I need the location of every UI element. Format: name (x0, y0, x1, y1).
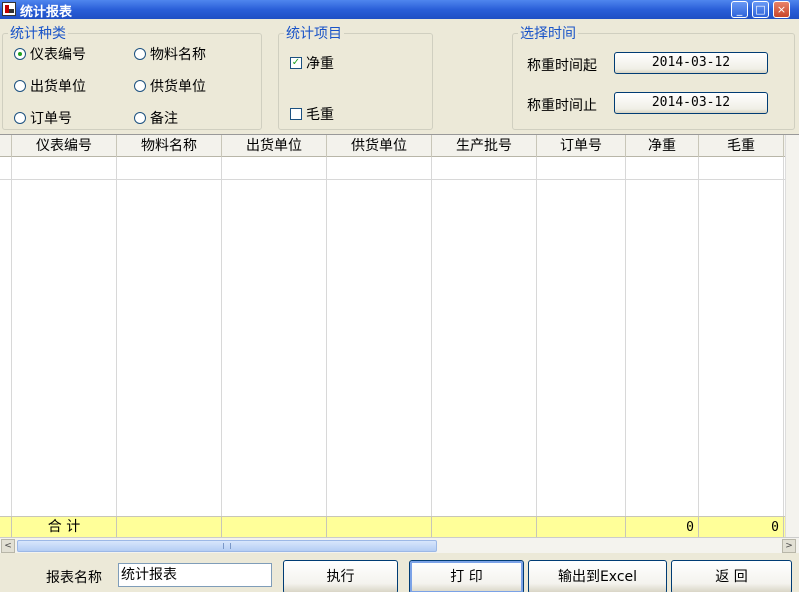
column-header[interactable]: 物料名称 (117, 135, 222, 157)
report-name-input[interactable]: 统计报表 (118, 563, 272, 587)
total-row: 合 计 0 0 (0, 516, 799, 538)
radio-label: 备注 (150, 111, 178, 127)
minimize-button[interactable]: _ (731, 1, 748, 18)
radio-icon (14, 112, 26, 124)
column-header[interactable]: 毛重 (699, 135, 784, 157)
grid-line (326, 157, 327, 516)
checkbox-label: 净重 (306, 56, 334, 72)
maximize-button[interactable]: □ (752, 1, 769, 18)
column-header[interactable]: 仪表编号 (12, 135, 117, 157)
radio-label: 出货单位 (30, 79, 86, 95)
stat-type-legend: 统计种类 (8, 23, 68, 43)
checkbox-net-weight[interactable]: ✓ 净重 (290, 53, 334, 73)
total-cell (537, 517, 626, 538)
radio-icon (134, 112, 146, 124)
column-header[interactable]: 净重 (626, 135, 699, 157)
scroll-left-icon[interactable]: < (1, 539, 15, 553)
filter-panel: 统计种类 仪表编号 物料名称 出货单位 供货单位 订单号 备注 统计项目 ✓ 净… (0, 19, 799, 134)
window-title: 统计报表 (20, 5, 73, 20)
radio-label: 供货单位 (150, 79, 206, 95)
scroll-right-icon[interactable]: > (782, 539, 796, 553)
checkbox-icon (290, 108, 302, 120)
radio-label: 订单号 (30, 111, 72, 127)
vertical-scrollbar[interactable] (785, 135, 799, 538)
footer-bar: 报表名称 统计报表 执行 打 印 输出到Excel 返 回 (0, 553, 799, 592)
checkbox-label: 毛重 (306, 107, 334, 123)
radio-selected-icon (14, 48, 26, 60)
execute-button[interactable]: 执行 (283, 560, 398, 592)
start-date-picker[interactable]: 2014-03-12 (614, 52, 768, 74)
column-header[interactable]: 订单号 (537, 135, 626, 157)
grid-line (698, 157, 699, 516)
stat-items-group: 统计项目 ✓ 净重 毛重 (278, 23, 433, 130)
column-header[interactable]: 供货单位 (327, 135, 432, 157)
row-indicator-header (0, 135, 12, 157)
radio-material-name[interactable]: 物料名称 (134, 44, 206, 64)
checkbox-checked-icon: ✓ (290, 57, 302, 69)
stat-items-legend: 统计项目 (284, 23, 344, 43)
start-time-label: 称重时间起 (527, 58, 597, 74)
radio-remark[interactable]: 备注 (134, 108, 178, 128)
time-group: 选择时间 称重时间起 2014-03-12 称重时间止 2014-03-12 (512, 23, 795, 130)
total-indicator (0, 517, 12, 538)
report-grid[interactable]: 仪表编号 物料名称 出货单位 供货单位 生产批号 订单号 净重 毛重 合 计 0… (0, 134, 799, 538)
column-header[interactable]: 出货单位 (222, 135, 327, 157)
horizontal-scrollbar[interactable]: < > (0, 537, 799, 553)
grid-line (11, 157, 12, 516)
column-header[interactable]: 生产批号 (432, 135, 537, 157)
grid-line (431, 157, 432, 516)
total-cell (327, 517, 432, 538)
grid-line (221, 157, 222, 516)
checkbox-gross-weight[interactable]: 毛重 (290, 104, 334, 124)
stat-type-group: 统计种类 仪表编号 物料名称 出货单位 供货单位 订单号 备注 (2, 23, 262, 130)
total-cell (432, 517, 537, 538)
total-label: 合 计 (12, 517, 117, 538)
grid-line (625, 157, 626, 516)
title-bar: 统计报表 _ □ × (0, 0, 799, 20)
radio-order-number[interactable]: 订单号 (14, 108, 72, 128)
back-button[interactable]: 返 回 (671, 560, 792, 592)
scroll-thumb[interactable] (17, 540, 437, 552)
print-button[interactable]: 打 印 (409, 560, 524, 592)
radio-label: 仪表编号 (30, 47, 86, 63)
app-icon (2, 2, 16, 16)
report-name-label: 报表名称 (46, 570, 102, 586)
grid-line (536, 157, 537, 516)
radio-meter-id[interactable]: 仪表编号 (14, 44, 86, 64)
grid-line (116, 157, 117, 516)
radio-icon (14, 80, 26, 92)
radio-icon (134, 48, 146, 60)
export-excel-button[interactable]: 输出到Excel (528, 560, 667, 592)
time-legend: 选择时间 (518, 23, 578, 43)
grid-row-line (0, 179, 799, 180)
gross-weight-total: 0 (699, 517, 784, 538)
net-weight-total: 0 (626, 517, 699, 538)
grid-header: 仪表编号 物料名称 出货单位 供货单位 生产批号 订单号 净重 毛重 (0, 135, 799, 157)
radio-label: 物料名称 (150, 47, 206, 63)
end-time-label: 称重时间止 (527, 98, 597, 114)
grip-icon (223, 543, 231, 549)
radio-supplier-unit[interactable]: 供货单位 (134, 76, 206, 96)
total-cell (117, 517, 222, 538)
total-cell (222, 517, 327, 538)
radio-icon (134, 80, 146, 92)
close-button[interactable]: × (773, 1, 790, 18)
radio-shipping-unit[interactable]: 出货单位 (14, 76, 86, 96)
grid-line (783, 157, 784, 516)
end-date-picker[interactable]: 2014-03-12 (614, 92, 768, 114)
